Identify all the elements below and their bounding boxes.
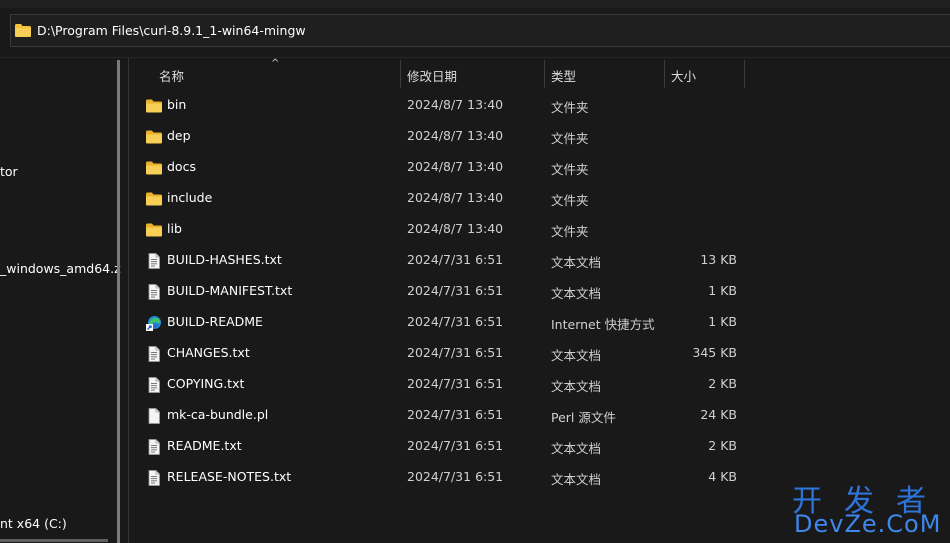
watermark-text-en: DevZe.CoM [794,510,942,538]
column-separator[interactable] [544,60,545,88]
file-name[interactable]: dep [167,128,191,143]
file-name[interactable]: README.txt [167,438,242,453]
window-top-strip [0,0,950,8]
file-size: 1 KB [708,314,737,329]
file-type: 文件夹 [551,224,589,239]
text-file-icon [146,470,162,486]
file-type: 文本文档 [551,286,602,301]
file-row[interactable]: mk-ca-bundle.pl 2024/7/31 6:51 Perl 源文件 24 … [129,400,950,431]
file-row[interactable]: BUILD-README 2024/7/31 6:51 Internet 快捷方式 1… [129,307,950,338]
text-file-icon [146,253,162,269]
text-file-icon [146,439,162,455]
file-modified-date: 2024/7/31 6:51 [407,469,504,484]
file-type: 文件夹 [551,100,589,115]
folder-icon [146,129,162,145]
column-header-date[interactable]: 修改日期 [407,66,457,85]
watermark: 开发者 DevZe.CoM [792,476,950,543]
sort-ascending-icon: ^ [271,58,280,69]
file-size: 2 KB [708,376,737,391]
column-header-bar: ^ 名称 修改日期 类型 大小 [129,58,950,90]
address-bar[interactable]: D:\Program Files\curl-8.9.1_1-win64-ming… [10,14,950,47]
file-modified-date: 2024/7/31 6:51 [407,438,504,453]
file-size: 24 KB [700,407,737,422]
file-size: 2 KB [708,438,737,453]
file-row[interactable]: CHANGES.txt 2024/7/31 6:51 文本文档 345 KB [129,338,950,369]
file-size: 13 KB [700,252,737,267]
file-modified-date: 2024/7/31 6:51 [407,407,504,422]
file-size: 1 KB [708,283,737,298]
column-separator[interactable] [400,60,401,88]
file-modified-date: 2024/7/31 6:51 [407,376,504,391]
file-row[interactable]: README.txt 2024/7/31 6:51 文本文档 2 KB [129,431,950,462]
file-type: 文本文档 [551,441,602,456]
nav-item-tor[interactable]: tor [0,164,18,179]
file-type: 文本文档 [551,348,602,363]
blank-file-icon [146,408,162,424]
column-header-size[interactable]: 大小 [671,66,696,85]
file-type: Perl 源文件 [551,410,616,425]
file-name[interactable]: BUILD-README [167,314,263,329]
address-path[interactable]: D:\Program Files\curl-8.9.1_1-win64-ming… [37,23,306,38]
file-row[interactable]: lib 2024/8/7 13:40 文件夹 [129,214,950,245]
nav-item-drive-c[interactable]: nt x64 (C:) [0,516,67,531]
file-modified-date: 2024/8/7 13:40 [407,128,504,143]
nav-scrollbar[interactable] [117,60,120,543]
file-modified-date: 2024/7/31 6:51 [407,314,504,329]
column-separator[interactable] [744,60,745,88]
file-row[interactable]: dep 2024/8/7 13:40 文件夹 [129,121,950,152]
folder-icon [146,98,162,114]
folder-icon [146,222,162,238]
text-file-icon [146,377,162,393]
file-modified-date: 2024/8/7 13:40 [407,190,504,205]
folder-icon [146,191,162,207]
file-name[interactable]: mk-ca-bundle.pl [167,407,268,422]
text-file-icon [146,346,162,362]
text-file-icon [146,284,162,300]
file-size: 345 KB [692,345,737,360]
file-size: 4 KB [708,469,737,484]
file-name[interactable]: BUILD-HASHES.txt [167,252,282,267]
column-header-type[interactable]: 类型 [551,66,576,85]
nav-horizontal-scrollbar[interactable] [0,539,108,542]
file-type: 文件夹 [551,193,589,208]
column-separator[interactable] [664,60,665,88]
folder-icon [15,24,31,37]
file-name[interactable]: docs [167,159,196,174]
file-name[interactable]: bin [167,97,186,112]
file-name[interactable]: COPYING.txt [167,376,244,391]
nav-item-windows-zip[interactable]: _windows_amd64.z [0,261,121,276]
edge-shortcut-icon [146,315,162,331]
file-name[interactable]: lib [167,221,182,236]
file-row[interactable]: BUILD-MANIFEST.txt 2024/7/31 6:51 文本文档 1 KB [129,276,950,307]
file-type: 文本文档 [551,255,602,270]
file-modified-date: 2024/8/7 13:40 [407,159,504,174]
file-row[interactable]: BUILD-HASHES.txt 2024/7/31 6:51 文本文档 13 KB [129,245,950,276]
file-modified-date: 2024/7/31 6:51 [407,345,504,360]
column-header-name[interactable]: 名称 [159,66,184,85]
file-name[interactable]: RELEASE-NOTES.txt [167,469,291,484]
navigation-pane: tor _windows_amd64.z nt x64 (C:) [0,58,121,543]
file-modified-date: 2024/8/7 13:40 [407,221,504,236]
file-row[interactable]: include 2024/8/7 13:40 文件夹 [129,183,950,214]
file-row[interactable]: bin 2024/8/7 13:40 文件夹 [129,90,950,121]
file-type: 文件夹 [551,162,589,177]
file-name[interactable]: include [167,190,212,205]
file-modified-date: 2024/8/7 13:40 [407,97,504,112]
file-row[interactable]: docs 2024/8/7 13:40 文件夹 [129,152,950,183]
file-type: Internet 快捷方式 [551,317,655,332]
folder-icon [146,160,162,176]
file-name[interactable]: CHANGES.txt [167,345,250,360]
file-row[interactable]: COPYING.txt 2024/7/31 6:51 文本文档 2 KB [129,369,950,400]
file-modified-date: 2024/7/31 6:51 [407,283,504,298]
file-modified-date: 2024/7/31 6:51 [407,252,504,267]
file-name[interactable]: BUILD-MANIFEST.txt [167,283,292,298]
file-type: 文本文档 [551,379,602,394]
file-type: 文件夹 [551,131,589,146]
file-type: 文本文档 [551,472,602,487]
